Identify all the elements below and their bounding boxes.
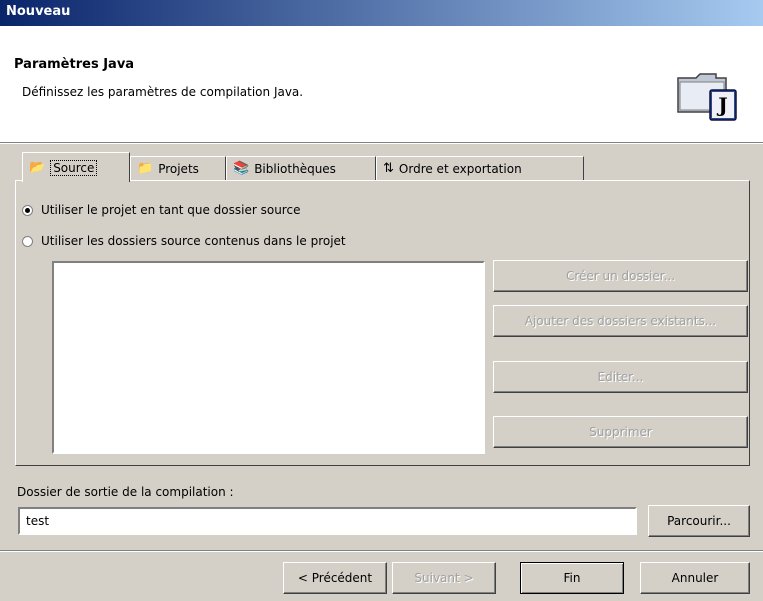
tab-order-export[interactable]: ⇅ Ordre et exportation	[376, 156, 584, 180]
projects-folder-icon: 📁	[137, 161, 154, 176]
svg-text:J: J	[716, 93, 727, 117]
tab-order-export-label: Ordre et exportation	[398, 161, 522, 176]
add-existing-folders-button[interactable]: Ajouter des dossiers existants...	[493, 305, 748, 337]
tab-projects[interactable]: 📁 Projets	[130, 156, 226, 180]
header-banner: Paramètres Java Définissez les paramètre…	[0, 26, 763, 143]
tab-source-label: Source	[50, 159, 98, 176]
new-project-dialog: Nouveau Paramètres Java Définissez les p…	[0, 0, 763, 601]
folder-open-icon: 📂	[29, 160, 46, 175]
tab-libraries-label: Bibliothèques	[254, 161, 336, 176]
source-folders-list[interactable]	[52, 261, 485, 454]
cancel-button[interactable]: Annuler	[640, 562, 750, 594]
footer-separator-highlight	[0, 551, 763, 552]
output-folder-input[interactable]	[18, 507, 637, 535]
create-folder-button[interactable]: Créer un dossier...	[493, 260, 748, 292]
radio-source-folders[interactable]: Utiliser les dossiers source contenus da…	[22, 234, 346, 248]
previous-button[interactable]: < Précédent	[283, 562, 387, 594]
radio-project-as-source[interactable]: Utiliser le projet en tant que dossier s…	[22, 203, 300, 217]
tab-source[interactable]: 📂 Source	[22, 152, 130, 182]
radio-project-as-source-label: Utiliser le projet en tant que dossier s…	[41, 203, 301, 217]
header-separator	[0, 143, 763, 144]
window-title: Nouveau	[6, 4, 71, 19]
java-settings-icon: J	[677, 73, 737, 121]
edit-button[interactable]: Editer...	[493, 361, 748, 393]
page-title: Paramètres Java	[14, 57, 135, 72]
radio-button-selected[interactable]	[22, 204, 33, 216]
finish-button[interactable]: Fin	[520, 562, 624, 594]
tab-projects-label: Projets	[158, 161, 199, 176]
page-description: Définissez les paramètres de compilation…	[22, 85, 304, 99]
radio-source-folders-label: Utiliser les dossiers source contenus da…	[41, 234, 346, 248]
title-bar[interactable]: Nouveau	[0, 0, 763, 26]
libraries-icon: 📚	[233, 161, 250, 176]
tab-libraries[interactable]: 📚 Bibliothèques	[226, 156, 376, 180]
browse-button[interactable]: Parcourir...	[648, 505, 750, 537]
remove-button[interactable]: Supprimer	[493, 416, 748, 448]
next-button[interactable]: Suivant >	[392, 562, 496, 594]
radio-button-unselected[interactable]	[22, 235, 33, 247]
output-folder-label: Dossier de sortie de la compilation :	[17, 485, 234, 499]
order-arrows-icon: ⇅	[383, 161, 394, 176]
